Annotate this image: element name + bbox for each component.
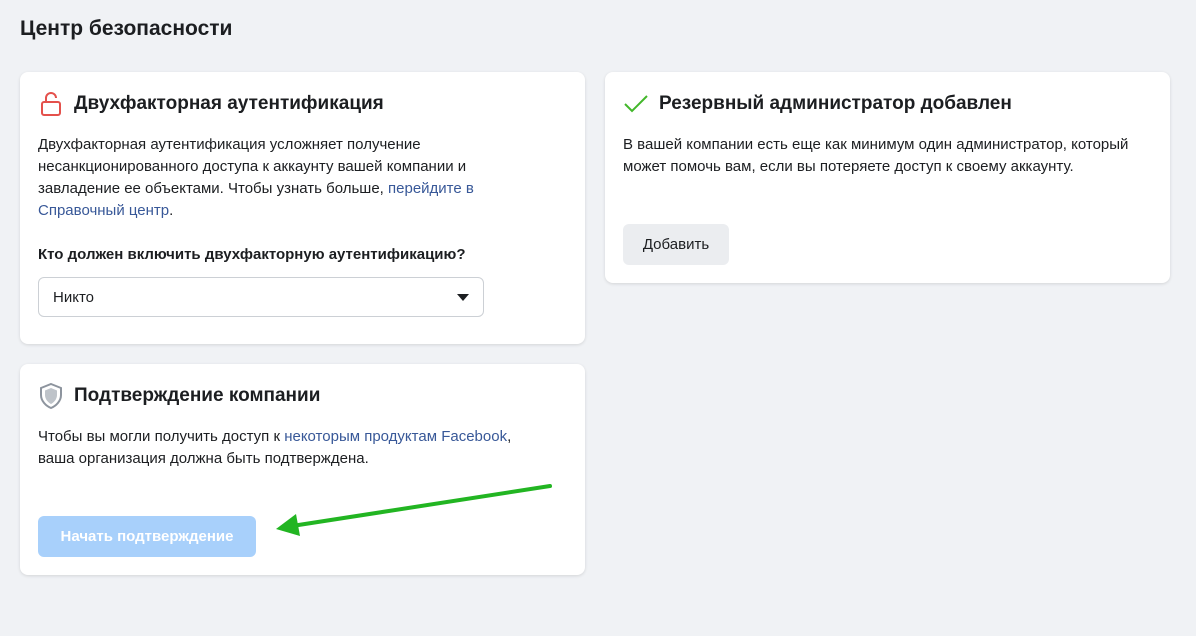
two-factor-card: Двухфакторная аутентификация Двухфакторн… bbox=[20, 72, 585, 344]
shield-icon bbox=[38, 382, 64, 410]
verification-description: Чтобы вы могли получить доступ к некотор… bbox=[38, 426, 538, 470]
verification-header: Подтверждение компании bbox=[38, 382, 320, 410]
two-factor-title: Двухфакторная аутентификация bbox=[74, 93, 384, 114]
verification-text: Чтобы вы могли получить доступ к bbox=[38, 428, 285, 445]
backup-admin-title: Резервный администратор добавлен bbox=[659, 93, 1012, 114]
security-center-page: Центр безопасности Двухфакторная аутенти… bbox=[0, 0, 1196, 636]
two-factor-description: Двухфакторная аутентификация усложняет п… bbox=[38, 134, 513, 222]
two-factor-question: Кто должен включить двухфакторную аутент… bbox=[38, 246, 466, 263]
backup-admin-header: Резервный администратор добавлен bbox=[623, 90, 1012, 118]
two-factor-select[interactable]: Никто bbox=[38, 277, 484, 317]
facebook-products-link[interactable]: некоторым продуктам Facebook bbox=[284, 428, 507, 445]
caret-down-icon bbox=[457, 293, 469, 301]
business-verification-card: Подтверждение компании Чтобы вы могли по… bbox=[20, 364, 585, 575]
backup-admin-text: В вашей компании есть еще как минимум од… bbox=[623, 136, 1129, 175]
backup-admin-card: Резервный администратор добавлен В вашей… bbox=[605, 72, 1170, 283]
unlocked-padlock-icon bbox=[38, 90, 64, 118]
verification-title: Подтверждение компании bbox=[74, 385, 321, 406]
two-factor-header: Двухфакторная аутентификация bbox=[38, 90, 384, 118]
two-factor-select-value: Никто bbox=[53, 288, 94, 306]
start-verification-button[interactable]: Начать подтверждение bbox=[38, 516, 256, 557]
add-admin-button[interactable]: Добавить bbox=[623, 224, 729, 265]
two-factor-text-end: . bbox=[169, 202, 174, 219]
page-title: Центр безопасности bbox=[20, 17, 233, 40]
checkmark-icon bbox=[623, 90, 649, 118]
